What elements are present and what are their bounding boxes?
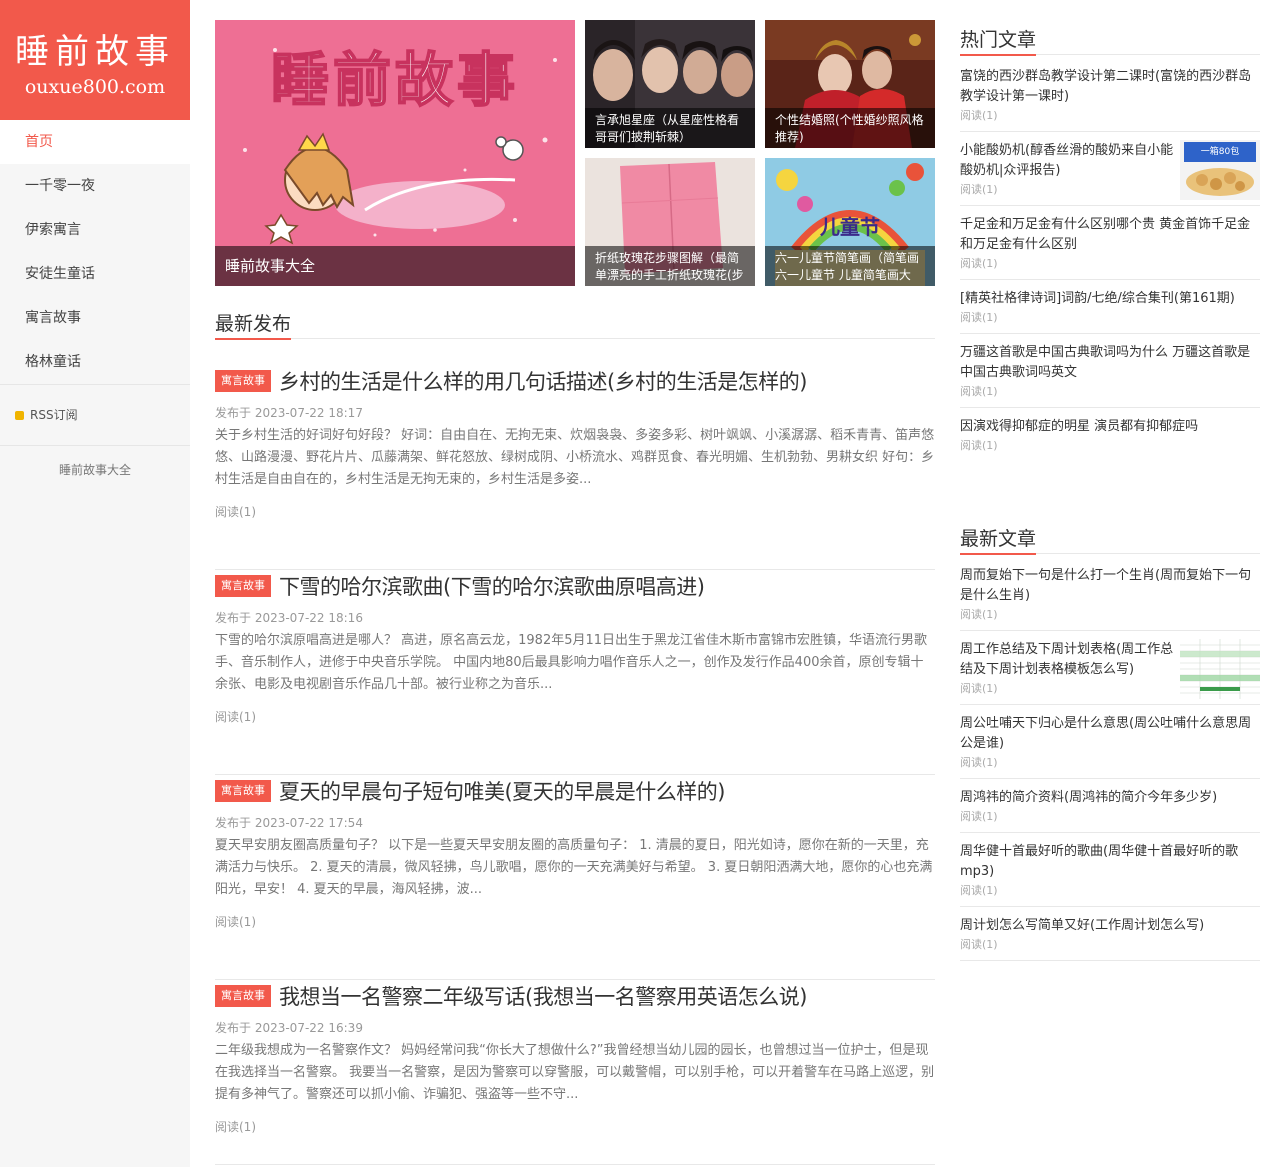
article-title[interactable]: 下雪的哈尔滨歌曲(下雪的哈尔滨歌曲原唱高进) <box>279 571 705 601</box>
article-category-tag[interactable]: 寓言故事 <box>215 780 271 802</box>
article-read-count: 阅读(1) <box>215 1120 256 1134</box>
feature-4-caption: 六一儿童节简笔画（简笔画六一儿童节 儿童简笔画大 <box>765 246 935 286</box>
article-excerpt: 夏天早安朋友圈高质量句子？ 以下是一些夏天早安朋友圈的高质量句子： 1. 清晨的… <box>215 838 933 897</box>
latest-heading: 最新发布 <box>215 311 935 340</box>
article-read-count: 阅读(1) <box>215 505 256 519</box>
thumbnail-label: 一箱80包 <box>1201 145 1239 157</box>
newest-article-item[interactable]: 周而复始下一句是什么打一个生肖(周而复始下一句是什么生肖) 阅读(1) <box>960 557 1260 631</box>
article-card: 寓言故事 夏天的早晨句子短句唯美(夏天的早晨是什么样的) 发布于 2023-07… <box>215 775 935 980</box>
sidebar-nav: 首页 一千零一夜 伊索寓言 安徒生童话 寓言故事 格林童话 <box>0 120 190 384</box>
article-card: 寓言故事 我想当一名警察二年级写话(我想当一名警察用英语怎么说) 发布于 202… <box>215 980 935 1165</box>
rss-label: RSS订阅 <box>30 408 78 422</box>
article-title[interactable]: 夏天的早晨句子短句唯美(夏天的早晨是什么样的) <box>279 776 725 806</box>
hot-article-read-count: 阅读(1) <box>960 439 998 452</box>
hot-article-item[interactable]: 万疆这首歌是中国古典歌词吗为什么 万疆这首歌是中国古典歌词吗英文 阅读(1) <box>960 334 1260 408</box>
article-date: 发布于 2023-07-22 17:54 <box>215 816 363 830</box>
sidebar-footer-link[interactable]: 睡前故事大全 <box>0 446 190 478</box>
article-title[interactable]: 我想当一名警察二年级写话(我想当一名警察用英语怎么说) <box>279 981 807 1011</box>
article-read-count: 阅读(1) <box>215 915 256 929</box>
yogurt-product-image: 一箱80包 <box>1180 140 1260 200</box>
newest-article-title[interactable]: 周公吐哺天下归心是什么意思(周公吐哺什么意思周公是谁) <box>960 714 1260 754</box>
hot-article-item[interactable]: 因演戏得抑郁症的明星 演员都有抑郁症吗 阅读(1) <box>960 408 1260 461</box>
newest-article-title[interactable]: 周计划怎么写简单又好(工作周计划怎么写) <box>960 916 1260 936</box>
hot-heading-text: 热门文章 <box>960 27 1037 56</box>
newest-article-title[interactable]: 周而复始下一句是什么打一个生肖(周而复始下一句是什么生肖) <box>960 566 1260 606</box>
feature-4-image-text: 儿童节 <box>819 215 880 239</box>
article-card: 寓言故事 下雪的哈尔滨歌曲(下雪的哈尔滨歌曲原唱高进) 发布于 2023-07-… <box>215 570 935 775</box>
article-excerpt: 关于乡村生活的好词好句好段？ 好词：自由自在、无拘无束、炊烟袅袅、多姿多彩、树叶… <box>215 428 935 487</box>
hot-article-item[interactable]: 小能酸奶机(醇香丝滑的酸奶来自小能酸奶机|众评报告) 阅读(1) 一箱80包 <box>960 132 1260 206</box>
nav-item-andersen[interactable]: 安徒生童话 <box>0 252 190 296</box>
hot-heading: 热门文章 <box>960 27 1260 56</box>
nav-item-fables[interactable]: 寓言故事 <box>0 296 190 340</box>
newest-article-item[interactable]: 周计划怎么写简单又好(工作周计划怎么写) 阅读(1) <box>960 907 1260 961</box>
article-excerpt: 二年级我想成为一名警察作文？ 妈妈经常问我“你长大了想做什么?”我曾经想当幼儿园… <box>215 1043 935 1102</box>
newest-article-title[interactable]: 周工作总结及下周计划表格(周工作总结及下周计划表格模板怎么写) <box>960 640 1174 680</box>
hot-article-item[interactable]: 富饶的西沙群岛教学设计第二课时(富饶的西沙群岛教学设计第一课时) 阅读(1) <box>960 58 1260 132</box>
rss-link[interactable]: RSS订阅 <box>0 385 190 445</box>
article-title[interactable]: 乡村的生活是什么样的用几句话描述(乡村的生活是怎样的) <box>279 366 807 396</box>
hot-article-read-count: 阅读(1) <box>960 385 998 398</box>
newest-article-title[interactable]: 周鸿祎的简介资料(周鸿祎的简介今年多少岁) <box>960 788 1260 808</box>
newest-article-read-count: 阅读(1) <box>960 756 998 769</box>
latest-heading-text: 最新发布 <box>215 311 292 340</box>
nav-item-grimm[interactable]: 格林童话 <box>0 340 190 384</box>
hot-article-list: 富饶的西沙群岛教学设计第二课时(富饶的西沙群岛教学设计第一课时) 阅读(1) 小… <box>960 58 1260 461</box>
newest-article-read-count: 阅读(1) <box>960 884 998 897</box>
article-date: 发布于 2023-07-22 16:39 <box>215 1021 363 1035</box>
hot-article-title[interactable]: 万疆这首歌是中国古典歌词吗为什么 万疆这首歌是中国古典歌词吗英文 <box>960 343 1260 383</box>
hot-article-title[interactable]: [精英社格律诗词]词韵/七绝/综合集刊(第161期) <box>960 289 1260 309</box>
feature-main-caption: 睡前故事大全 <box>215 246 575 286</box>
article-date: 发布于 2023-07-22 18:17 <box>215 406 363 420</box>
newest-article-item[interactable]: 周鸿祎的简介资料(周鸿祎的简介今年多少岁) 阅读(1) <box>960 779 1260 833</box>
article-category-tag[interactable]: 寓言故事 <box>215 370 271 392</box>
hot-article-item[interactable]: 千足金和万足金有什么区别哪个贵 黄金首饰千足金和万足金有什么区别 阅读(1) <box>960 206 1260 280</box>
feature-card-3[interactable]: 折纸玫瑰花步骤图解（最简单漂亮的手工折纸玫瑰花(步 <box>585 158 755 286</box>
feature-card-2[interactable]: 个性结婚照(个性婚纱照风格推荐) <box>765 20 935 148</box>
article-card: 寓言故事 乡村的生活是什么样的用几句话描述(乡村的生活是怎样的) 发布于 202… <box>215 365 935 570</box>
hot-article-item[interactable]: [精英社格律诗词]词韵/七绝/综合集刊(第161期) 阅读(1) <box>960 280 1260 334</box>
logo-domain: ouxue800.com <box>24 76 166 98</box>
newest-heading-text: 最新文章 <box>960 526 1037 555</box>
nav-item-home[interactable]: 首页 <box>0 120 190 164</box>
article-excerpt: 下雪的哈尔滨原唱高进是哪人？ 高进，原名高云龙，1982年5月11日出生于黑龙江… <box>215 633 928 692</box>
feature-3-caption: 折纸玫瑰花步骤图解（最简单漂亮的手工折纸玫瑰花(步 <box>585 246 755 286</box>
article-read-count: 阅读(1) <box>215 710 256 724</box>
hot-article-title[interactable]: 千足金和万足金有什么区别哪个贵 黄金首饰千足金和万足金有什么区别 <box>960 215 1260 255</box>
hot-article-read-count: 阅读(1) <box>960 311 998 324</box>
nav-item-aesop[interactable]: 伊索寓言 <box>0 208 190 252</box>
newest-article-item[interactable]: 周工作总结及下周计划表格(周工作总结及下周计划表格模板怎么写) 阅读(1) <box>960 631 1260 705</box>
feature-1-caption: 言承旭星座（从星座性格看哥哥们披荆斩棘） <box>585 108 755 148</box>
feature-card-main[interactable]: 睡前故事 睡前故事大全 <box>215 20 575 286</box>
newest-article-read-count: 阅读(1) <box>960 938 998 951</box>
newest-article-list: 周而复始下一句是什么打一个生肖(周而复始下一句是什么生肖) 阅读(1) 周工作总… <box>960 557 1260 961</box>
feature-card-4[interactable]: 儿童节 六一儿童节简笔画（简笔画六一儿童节 儿童简笔画大 <box>765 158 935 286</box>
newest-article-title[interactable]: 周华健十首最好听的歌曲(周华健十首最好听的歌mp3) <box>960 842 1260 882</box>
feature-card-1[interactable]: 言承旭星座（从星座性格看哥哥们披荆斩棘） <box>585 20 755 148</box>
nav-item-arabian-nights[interactable]: 一千零一夜 <box>0 164 190 208</box>
hot-article-title[interactable]: 小能酸奶机(醇香丝滑的酸奶来自小能酸奶机|众评报告) <box>960 141 1174 181</box>
newest-heading: 最新文章 <box>960 526 1260 555</box>
hot-article-read-count: 阅读(1) <box>960 257 998 270</box>
newest-article-item[interactable]: 周华健十首最好听的歌曲(周华健十首最好听的歌mp3) 阅读(1) <box>960 833 1260 907</box>
hot-article-title[interactable]: 因演戏得抑郁症的明星 演员都有抑郁症吗 <box>960 417 1260 437</box>
sidebar: 睡前故事 ouxue800.com 首页 一千零一夜 伊索寓言 安徒生童话 寓言… <box>0 0 190 1167</box>
article-category-tag[interactable]: 寓言故事 <box>215 575 271 597</box>
article-date: 发布于 2023-07-22 18:16 <box>215 611 363 625</box>
logo-title: 睡前故事 <box>15 32 175 72</box>
hot-article-title[interactable]: 富饶的西沙群岛教学设计第二课时(富饶的西沙群岛教学设计第一课时) <box>960 67 1260 107</box>
newest-article-thumbnail[interactable] <box>1180 639 1260 699</box>
newest-article-read-count: 阅读(1) <box>960 608 998 621</box>
hot-article-read-count: 阅读(1) <box>960 109 998 122</box>
rss-icon <box>15 411 24 420</box>
newest-article-read-count: 阅读(1) <box>960 810 998 823</box>
article-category-tag[interactable]: 寓言故事 <box>215 985 271 1007</box>
feature-2-caption: 个性结婚照(个性婚纱照风格推荐) <box>765 108 935 148</box>
feature-main-image-text: 睡前故事 <box>271 46 519 114</box>
newest-article-item[interactable]: 周公吐哺天下归心是什么意思(周公吐哺什么意思周公是谁) 阅读(1) <box>960 705 1260 779</box>
hot-article-thumbnail[interactable]: 一箱80包 <box>1180 140 1260 200</box>
spreadsheet-image <box>1180 639 1260 699</box>
site-logo[interactable]: 睡前故事 ouxue800.com <box>0 0 190 120</box>
